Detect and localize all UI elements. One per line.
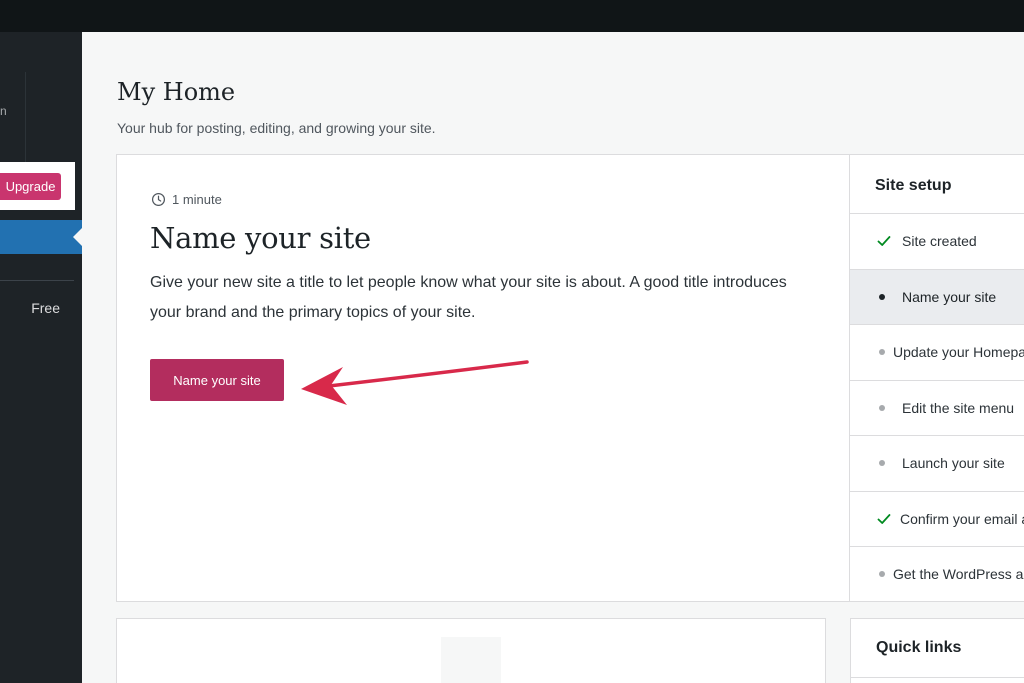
site-card-text: n xyxy=(0,104,7,118)
setup-item-confirm-email[interactable]: Confirm your email address xyxy=(850,490,1024,547)
task-title: Name your site xyxy=(150,221,371,255)
setup-item-label: Get the WordPress app xyxy=(893,566,1024,583)
clock-icon xyxy=(151,192,166,207)
task-card: 1 minute Name your site Give your new si… xyxy=(116,154,850,602)
check-icon xyxy=(877,236,891,247)
name-your-site-button[interactable]: Name your site xyxy=(150,359,284,401)
secondary-card xyxy=(116,618,826,683)
masterbar xyxy=(0,0,1024,32)
upgrade-banner: Upgrade xyxy=(0,162,75,210)
setup-item-edit-site-menu[interactable]: Edit the site menu xyxy=(850,379,1024,436)
setup-item-name-your-site[interactable]: Name your site xyxy=(850,268,1024,324)
site-setup-checklist: Site setup Site created Name your site U… xyxy=(850,154,1024,602)
check-icon xyxy=(877,513,891,524)
sidebar: n Upgrade Free xyxy=(0,32,82,683)
card-thumbnail xyxy=(441,637,501,683)
sidebar-divider xyxy=(0,280,74,281)
page-title: My Home xyxy=(117,78,236,106)
setup-item-label: Launch your site xyxy=(902,455,1005,472)
plan-badge[interactable]: Free xyxy=(31,300,60,316)
setup-item-update-homepage[interactable]: Update your Homepage xyxy=(850,324,1024,380)
arrow-annotation-icon xyxy=(301,360,529,405)
setup-item-label: Name your site xyxy=(902,288,997,305)
setup-item-get-app[interactable]: Get the WordPress app xyxy=(850,546,1024,601)
time-estimate: 1 minute xyxy=(151,192,222,207)
task-description: Give your new site a title to let people… xyxy=(150,274,787,321)
setup-item-label: Update your Homepage xyxy=(893,344,1024,361)
setup-item-label: Confirm your email address xyxy=(900,510,1024,527)
pending-step-dot-icon xyxy=(879,571,885,578)
active-indicator-icon xyxy=(73,228,82,246)
site-card[interactable] xyxy=(0,72,26,176)
pending-step-dot-icon xyxy=(879,349,885,356)
upgrade-button[interactable]: Upgrade xyxy=(0,173,61,200)
setup-task-list: Site created Name your site Update your … xyxy=(850,213,1024,601)
time-estimate-label: 1 minute xyxy=(172,192,222,207)
quick-links-heading: Quick links xyxy=(876,639,962,656)
pending-step-dot-icon xyxy=(879,404,885,411)
setup-item-label: Edit the site menu xyxy=(902,399,1015,416)
current-step-dot-icon xyxy=(879,293,885,300)
quick-links-card: Quick links xyxy=(850,618,1024,683)
site-setup-heading: Site setup xyxy=(875,177,952,194)
sidebar-item-my-home[interactable] xyxy=(0,220,82,254)
setup-item-site-created[interactable]: Site created xyxy=(850,213,1024,269)
page-subtitle: Your hub for posting, editing, and growi… xyxy=(117,120,436,136)
setup-item-launch-site[interactable]: Launch your site xyxy=(850,435,1024,491)
quick-links-divider xyxy=(851,677,1024,678)
setup-item-label: Site created xyxy=(902,233,977,250)
pending-step-dot-icon xyxy=(879,460,885,467)
